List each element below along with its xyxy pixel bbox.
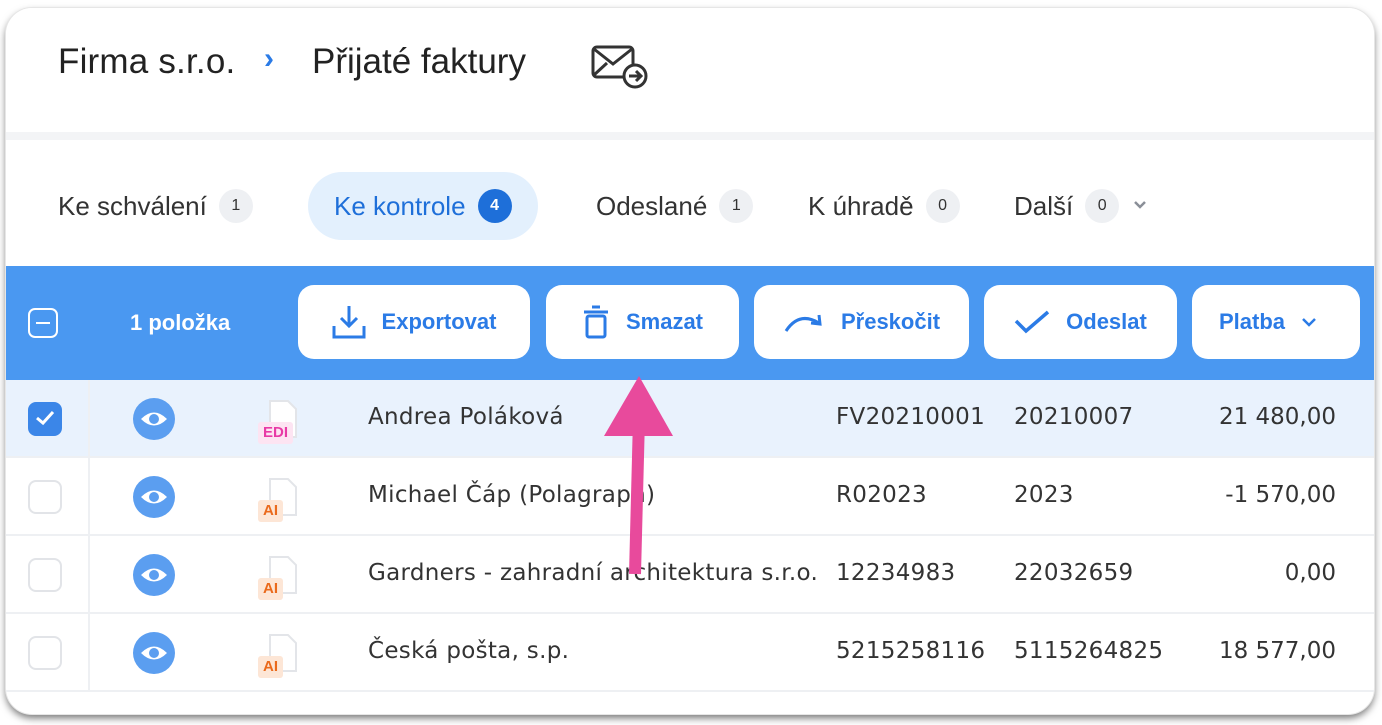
table-row[interactable]: AI Gardners - zahradní architektura s.r.… xyxy=(6,536,1374,614)
tab-label: K úhradě xyxy=(808,190,914,221)
delete-label: Smazat xyxy=(625,309,704,334)
breadcrumb-company[interactable]: Firma s.r.o. xyxy=(58,42,235,82)
source-tag: AI xyxy=(258,656,283,678)
variable-symbol: 2023 xyxy=(1014,482,1074,508)
tab-count-badge: 0 xyxy=(1085,189,1120,223)
export-label: Exportovat xyxy=(381,309,497,334)
delete-button[interactable]: Smazat xyxy=(546,285,739,359)
row-checkbox[interactable] xyxy=(28,402,62,436)
row-checkbox[interactable] xyxy=(28,480,62,514)
partner-name: Andrea Poláková xyxy=(368,404,564,430)
trash-icon xyxy=(583,305,608,339)
variable-symbol: 22032659 xyxy=(1014,560,1134,586)
tab-label: Odeslané xyxy=(596,190,708,221)
document-number: 5215258116 xyxy=(836,638,986,664)
source-tag: AI xyxy=(258,578,283,600)
partner-name: Česká pošta, s.p. xyxy=(368,638,570,664)
table-row[interactable]: AI Česká pošta, s.p. 5215258116 51152648… xyxy=(6,614,1374,692)
app-window: Firma s.r.o. › Přijaté faktury Ke schvál… xyxy=(6,8,1374,714)
download-icon xyxy=(332,306,366,339)
skip-button[interactable]: Přeskočit xyxy=(754,285,969,359)
document-number: FV20210001 xyxy=(836,404,986,430)
amount: 18 577,00 xyxy=(1218,638,1336,664)
table-row[interactable]: AI Michael Čáp (Polagraph) R02023 2023 -… xyxy=(6,458,1374,536)
eye-icon[interactable] xyxy=(133,632,175,674)
amount: -1 570,00 xyxy=(1225,482,1336,508)
row-checkbox[interactable] xyxy=(28,558,62,592)
eye-icon[interactable] xyxy=(133,554,175,596)
amount: 0,00 xyxy=(1284,560,1336,586)
redo-arrow-icon xyxy=(784,314,822,332)
skip-label: Přeskočit xyxy=(840,309,941,334)
tab-k-uhrade[interactable]: K úhradě 0 xyxy=(808,172,960,240)
envelope-forward-icon[interactable] xyxy=(590,44,652,95)
send-button[interactable]: Odeslat xyxy=(984,285,1177,359)
column-divider xyxy=(88,380,90,456)
table-row[interactable]: EDI Andrea Poláková FV20210001 20210007 … xyxy=(6,380,1374,458)
eye-icon[interactable] xyxy=(133,398,175,440)
selected-count: 1 položka xyxy=(130,310,231,335)
column-divider xyxy=(88,458,90,534)
checkmark-icon xyxy=(1014,310,1050,334)
tab-dalsi[interactable]: Další 0 xyxy=(1014,172,1147,240)
amount: 21 480,00 xyxy=(1218,404,1336,430)
tab-label: Další xyxy=(1014,190,1074,221)
variable-symbol: 20210007 xyxy=(1014,404,1134,430)
variable-symbol: 5115264825 xyxy=(1014,638,1164,664)
invoice-table: EDI Andrea Poláková FV20210001 20210007 … xyxy=(6,380,1374,692)
tab-count-badge: 1 xyxy=(719,189,754,223)
export-button[interactable]: Exportovat xyxy=(298,285,530,359)
partner-name: Michael Čáp (Polagraph) xyxy=(368,482,656,508)
tab-count-badge: 1 xyxy=(218,189,253,223)
tab-count-badge: 0 xyxy=(925,189,960,223)
chevron-down-icon xyxy=(1302,318,1316,327)
bulk-action-toolbar: 1 položka Exportovat Smazat Přeskočit Od… xyxy=(6,266,1374,380)
document-number: R02023 xyxy=(836,482,927,508)
page-header: Firma s.r.o. › Přijaté faktury xyxy=(6,8,1374,140)
column-divider xyxy=(88,614,90,690)
source-tag: AI xyxy=(258,500,283,522)
document-number: 12234983 xyxy=(836,560,956,586)
tab-ke-schvaleni[interactable]: Ke schválení 1 xyxy=(58,172,253,240)
tab-count-badge: 4 xyxy=(477,189,512,223)
status-tabs: Ke schválení 1 Ke kontrole 4 Odeslané 1 … xyxy=(6,140,1374,266)
send-label: Odeslat xyxy=(1066,309,1147,334)
breadcrumb-separator: › xyxy=(264,42,274,75)
tab-ke-kontrole[interactable]: Ke kontrole 4 xyxy=(308,172,538,240)
column-divider xyxy=(88,536,90,612)
payment-dropdown-button[interactable]: Platba xyxy=(1192,285,1360,359)
tab-label: Ke kontrole xyxy=(334,190,466,221)
row-checkbox[interactable] xyxy=(28,636,62,670)
tab-odeslane[interactable]: Odeslané 1 xyxy=(596,172,754,240)
partner-name: Gardners - zahradní architektura s.r.o. xyxy=(368,560,819,586)
chevron-down-icon xyxy=(1133,197,1147,215)
checkmark-icon xyxy=(36,410,55,426)
select-all-checkbox[interactable] xyxy=(28,308,58,338)
source-tag: EDI xyxy=(258,422,294,444)
payment-label: Platba xyxy=(1218,309,1286,334)
page-title: Přijaté faktury xyxy=(312,42,526,81)
tab-label: Ke schválení xyxy=(58,190,207,221)
eye-icon[interactable] xyxy=(133,476,175,518)
